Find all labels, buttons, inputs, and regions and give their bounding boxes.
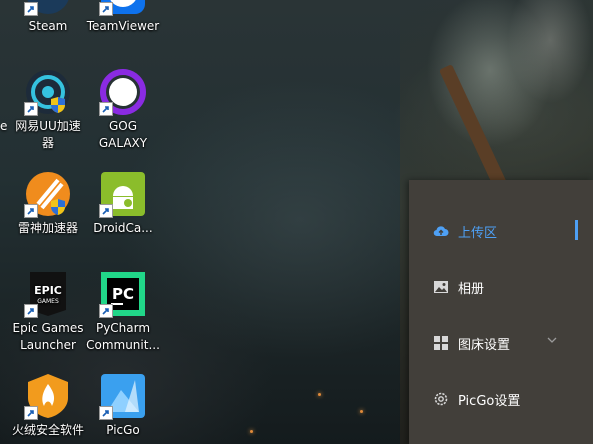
icon-label: Epic Games bbox=[12, 321, 84, 335]
desktop-icon-picgo[interactable]: PicGo bbox=[85, 372, 161, 439]
icon-label: Communit... bbox=[86, 338, 160, 352]
leishen-accelerator-icon bbox=[24, 170, 72, 218]
shortcut-arrow-icon bbox=[24, 2, 38, 16]
menu-item-label: 图床设置 bbox=[458, 337, 511, 353]
menu-item-album[interactable]: 相册 bbox=[409, 267, 593, 307]
icon-label: GALAXY bbox=[98, 136, 148, 150]
icon-label: Launcher bbox=[20, 338, 76, 352]
uac-shield-icon bbox=[51, 97, 65, 113]
shortcut-arrow-icon bbox=[24, 304, 38, 318]
active-indicator bbox=[575, 220, 578, 240]
steam-icon bbox=[24, 0, 72, 16]
shortcut-arrow-icon bbox=[24, 204, 38, 218]
netease-uu-icon bbox=[24, 68, 72, 116]
menu-item-label: 相册 bbox=[458, 281, 485, 297]
desktop-icon-huorong[interactable]: 火绒安全软件 bbox=[10, 372, 86, 439]
droidcam-icon bbox=[99, 170, 147, 218]
desktop-icon-steam[interactable]: Steam bbox=[10, 0, 86, 35]
wallpaper-ember bbox=[318, 393, 321, 396]
wallpaper-ember bbox=[360, 410, 363, 413]
desktop-icon-epic-games[interactable]: EPIC GAMES Epic Games Launcher bbox=[10, 270, 86, 354]
desktop-icon-teamviewer[interactable]: TeamViewer bbox=[85, 0, 161, 35]
epic-games-icon: EPIC GAMES bbox=[24, 270, 72, 318]
gog-galaxy-icon bbox=[99, 68, 147, 116]
shortcut-arrow-icon bbox=[99, 2, 113, 16]
pycharm-icon: PC bbox=[99, 270, 147, 318]
huorong-icon bbox=[24, 372, 72, 420]
picgo-menu-panel: 上传区 相册 图床设置 PicGo设置 bbox=[409, 180, 593, 444]
icon-label: PyCharm bbox=[95, 321, 151, 335]
desktop-icon-netease-uu[interactable]: 网易UU加速 器 bbox=[10, 68, 86, 152]
teamviewer-icon bbox=[99, 0, 147, 16]
svg-text:GAMES: GAMES bbox=[37, 298, 59, 305]
icon-label: 雷神加速器 bbox=[17, 221, 78, 235]
wallpaper-ember bbox=[250, 430, 253, 433]
cloud-upload-icon bbox=[433, 223, 449, 239]
icon-label: DroidCa... bbox=[93, 221, 153, 235]
menu-item-label: 上传区 bbox=[458, 225, 498, 241]
menu-item-upload[interactable]: 上传区 bbox=[409, 211, 593, 251]
shortcut-arrow-icon bbox=[24, 406, 38, 420]
desktop-icon-gog-galaxy[interactable]: GOG GALAXY bbox=[85, 68, 161, 152]
partial-icon-label: e bbox=[0, 119, 8, 133]
icon-label: 器 bbox=[41, 136, 54, 150]
gear-icon bbox=[433, 391, 449, 407]
icon-label: 火绒安全软件 bbox=[11, 423, 84, 437]
desktop-icon-pycharm[interactable]: PC PyCharm Communit... bbox=[85, 270, 161, 354]
menu-item-image-host-settings[interactable]: 图床设置 bbox=[409, 323, 593, 363]
grid-icon bbox=[433, 335, 449, 351]
icon-label: 网易UU加速 bbox=[15, 119, 81, 133]
svg-text:EPIC: EPIC bbox=[34, 284, 62, 297]
picgo-icon bbox=[99, 372, 147, 420]
image-icon bbox=[433, 279, 449, 295]
desktop-icon-leishen[interactable]: 雷神加速器 bbox=[10, 170, 86, 237]
shortcut-arrow-icon bbox=[99, 204, 113, 218]
shortcut-arrow-icon bbox=[99, 102, 113, 116]
icon-label: GOG bbox=[108, 119, 138, 133]
icon-label: PicGo bbox=[106, 423, 140, 437]
shortcut-arrow-icon bbox=[99, 406, 113, 420]
desktop-icon-droidcam[interactable]: DroidCa... bbox=[85, 170, 161, 237]
svg-text:PC: PC bbox=[112, 285, 134, 303]
shortcut-arrow-icon bbox=[99, 304, 113, 318]
menu-item-picgo-settings[interactable]: PicGo设置 bbox=[409, 379, 593, 419]
menu-item-label: PicGo设置 bbox=[458, 393, 521, 409]
icon-label: TeamViewer bbox=[86, 19, 160, 33]
chevron-down-icon[interactable] bbox=[547, 337, 557, 343]
icon-label: Steam bbox=[28, 19, 68, 33]
shortcut-arrow-icon bbox=[24, 102, 38, 116]
uac-shield-icon bbox=[51, 199, 65, 215]
